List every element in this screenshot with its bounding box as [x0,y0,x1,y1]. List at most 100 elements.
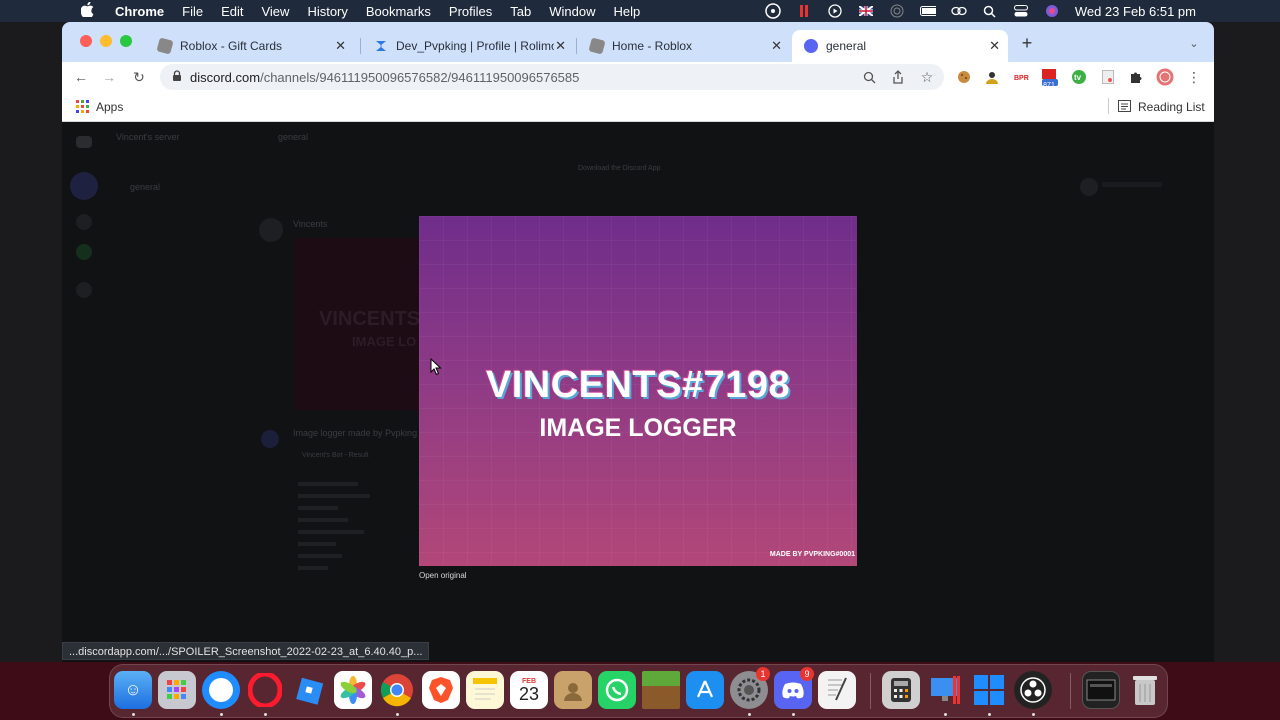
window-zoom-button[interactable] [120,35,132,47]
safari-icon[interactable] [202,671,240,709]
tab-search-chevron-down-icon[interactable]: ⌄ [1185,34,1203,52]
calendar-icon[interactable]: FEB 23 [510,671,548,709]
user-extension-icon[interactable] [983,68,1001,86]
lock-icon[interactable] [172,69,182,85]
window-close-button[interactable] [80,35,92,47]
windows-grid-icon[interactable] [970,671,1008,709]
tab-close-icon[interactable]: ✕ [989,38,1000,54]
spotlight-search-icon[interactable] [982,4,998,18]
menu-app-chrome[interactable]: Chrome [115,4,164,19]
menubar-clock[interactable]: Wed 23 Feb 6:51 pm [1075,4,1196,19]
photos-icon[interactable] [334,671,372,709]
textedit-icon[interactable] [818,671,856,709]
download-app-banner[interactable]: Download the Discord App [578,165,661,172]
extensions-puzzle-icon[interactable] [1127,68,1145,86]
tab-roblox-gift-cards[interactable]: Roblox - Gift Cards ✕ [146,30,354,62]
tab-close-icon[interactable]: ✕ [335,38,346,54]
bookmarks-divider [1108,98,1109,114]
tab-close-icon[interactable]: ✕ [771,38,782,54]
new-tab-plus-icon[interactable]: + [1018,33,1036,53]
recording-stop-icon[interactable] [796,4,812,18]
menu-profiles[interactable]: Profiles [449,4,492,19]
recent-window-thumbnail[interactable] [1082,671,1120,709]
server-icon[interactable] [70,172,98,200]
menu-window[interactable]: Window [549,4,595,19]
contacts-icon[interactable] [554,671,592,709]
discord-home-icon[interactable] [76,136,92,148]
forward-arrow-icon[interactable]: → [100,68,118,86]
apple-icon[interactable] [80,1,97,20]
whatsapp-icon[interactable] [598,671,636,709]
chrome-icon[interactable] [378,671,416,709]
play-icon[interactable] [827,4,843,18]
control-center-icon[interactable] [1013,4,1029,18]
page-extension-icon[interactable] [1099,68,1117,86]
reading-list-icon[interactable] [1118,100,1131,115]
finder-icon[interactable]: ☺ [114,671,152,709]
explore-servers-icon[interactable] [76,244,92,260]
menu-help[interactable]: Help [614,4,641,19]
image-viewer[interactable]: VINCENTS#7198 IMAGE LOGGER MADE BY PVPKI… [419,216,857,566]
app-store-icon[interactable] [686,671,724,709]
bot-avatar[interactable] [261,430,279,448]
link-icon[interactable] [951,4,967,18]
menu-history[interactable]: History [307,4,347,19]
member-name[interactable] [1102,182,1162,187]
avatar[interactable] [259,218,283,242]
menu-bookmarks[interactable]: Bookmarks [366,4,431,19]
add-server-icon[interactable] [76,214,92,230]
tab-close-icon[interactable]: ✕ [555,38,566,54]
open-original-link[interactable]: Open original [419,571,467,580]
menu-file[interactable]: File [182,4,203,19]
channel-general[interactable]: general [130,182,160,192]
share-icon[interactable] [889,68,907,86]
dock-divider [1070,673,1071,709]
tv-extension-icon[interactable]: tv [1070,68,1088,86]
bookmark-star-icon[interactable]: ☆ [918,68,936,86]
tab-home-roblox[interactable]: Home - Roblox ✕ [578,30,790,62]
menu-tab[interactable]: Tab [510,4,531,19]
minecraft-icon[interactable] [642,671,680,709]
launchpad-icon[interactable] [158,671,196,709]
macos-menubar: Chrome File Edit View History Bookmarks … [0,0,1280,22]
notes-icon[interactable] [466,671,504,709]
calculator-icon[interactable] [882,671,920,709]
cookie-extension-icon[interactable] [955,68,973,86]
image-title-text: VINCENTS#7198 [485,364,791,406]
siri-icon[interactable] [1044,4,1060,18]
member-avatar[interactable] [1080,178,1098,196]
embed-author: Image logger made by Pvpking [293,428,418,438]
roblox-studio-icon[interactable] [290,671,328,709]
trash-icon[interactable] [1126,671,1164,709]
download-apps-icon[interactable] [76,282,92,298]
roblox-favicon-icon [588,37,606,55]
zoom-icon[interactable] [860,68,878,86]
tab-rolimons-profile[interactable]: Dev_Pvpking | Profile | Rolimon ✕ [362,30,574,62]
address-bar[interactable]: discord.com/channels/946111950096576582/… [160,64,944,90]
tab-discord-general[interactable]: general ✕ [792,30,1008,62]
screen-recorder-icon[interactable] [926,671,964,709]
window-minimize-button[interactable] [100,35,112,47]
menu-view[interactable]: View [261,4,289,19]
apps-bookmark[interactable]: Apps [96,100,123,114]
message-author[interactable]: Vincents [293,219,327,229]
server-name[interactable]: Vincent's server [116,132,180,142]
airdrop-icon[interactable] [889,4,905,18]
bpr-extension-icon[interactable]: BPR [1012,68,1030,86]
reload-icon[interactable]: ↻ [130,68,148,86]
uk-flag-icon[interactable] [858,4,874,18]
attached-image-thumbnail[interactable]: VINCENTS IMAGE LO [294,238,424,410]
menu-edit[interactable]: Edit [221,4,243,19]
svg-text:BPR: BPR [1014,75,1029,82]
chrome-menu-icon[interactable]: ⋮ [1185,68,1203,86]
profile-avatar-icon[interactable] [1156,68,1174,86]
reading-list-button[interactable]: Reading List [1138,100,1205,114]
brave-icon[interactable] [422,671,460,709]
obs-studio-icon[interactable] [1014,671,1052,709]
obs-icon[interactable] [765,3,781,19]
thumbnail-title: VINCENTS [319,308,421,330]
back-arrow-icon[interactable]: ← [72,68,90,86]
battery-icon[interactable] [919,4,936,18]
opera-icon[interactable] [246,671,284,709]
apps-grid-icon[interactable] [76,100,89,116]
